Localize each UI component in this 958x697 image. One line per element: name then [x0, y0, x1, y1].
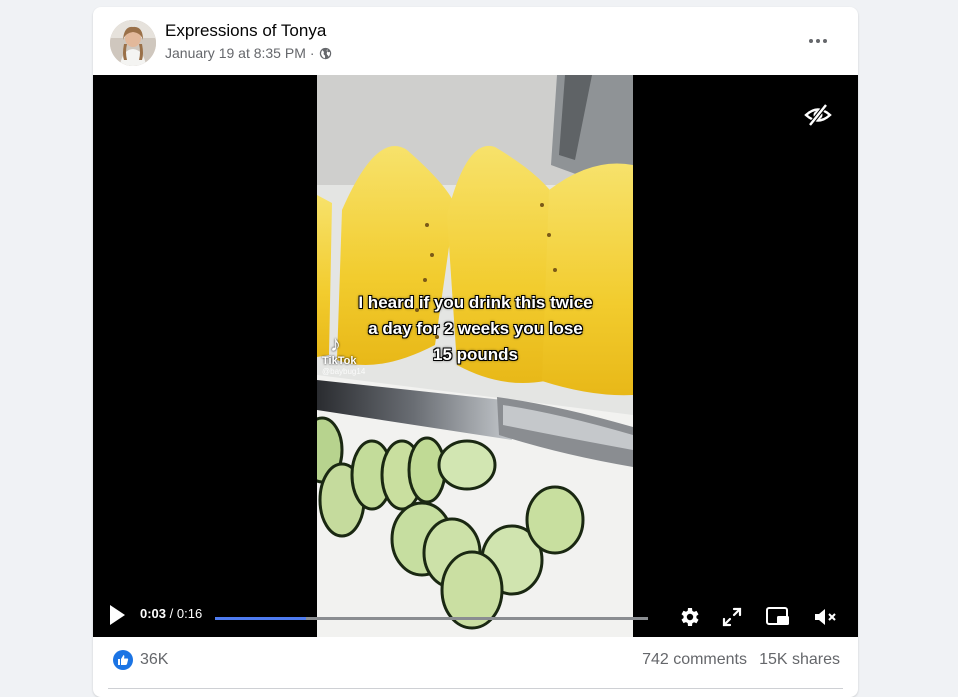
hide-icon[interactable] — [804, 101, 832, 129]
post-header: Expressions of Tonya January 19 at 8:35 … — [93, 7, 858, 75]
tiktok-handle: @baybug14 — [322, 367, 366, 376]
progress-bar[interactable] — [215, 617, 648, 620]
fullscreen-icon[interactable] — [719, 605, 745, 629]
picture-in-picture-icon[interactable] — [765, 605, 791, 629]
feed-post: Expressions of Tonya January 19 at 8:35 … — [93, 7, 858, 697]
meta-separator: · — [309, 45, 315, 61]
post-timestamp[interactable]: January 19 at 8:35 PM — [165, 45, 306, 61]
tiktok-watermark: ♪ TikTok @baybug14 — [322, 331, 366, 377]
comments-count[interactable]: 742 comments — [642, 651, 747, 669]
shares-count[interactable]: 15K shares — [759, 651, 840, 669]
mute-icon[interactable] — [812, 605, 838, 629]
caption-line: I heard if you drink this twice — [358, 293, 593, 312]
post-meta: January 19 at 8:35 PM · — [165, 45, 332, 61]
video-controls: 0:03 / 0:16 — [93, 595, 858, 637]
settings-icon[interactable] — [676, 605, 702, 629]
tiktok-brand: TikTok — [322, 355, 357, 367]
progress-fill — [215, 617, 306, 620]
globe-icon[interactable] — [319, 47, 332, 60]
more-options-icon[interactable] — [800, 29, 836, 53]
post-footer: 36K 742 comments 15K shares — [93, 637, 858, 697]
video-player[interactable]: I heard if you drink this twice a day fo… — [93, 75, 858, 637]
duration: 0:16 — [176, 606, 203, 621]
author-name[interactable]: Expressions of Tonya — [165, 21, 326, 41]
play-icon[interactable] — [108, 604, 126, 626]
tiktok-logo-icon: ♪ — [330, 331, 341, 356]
thumbs-up-icon — [113, 650, 133, 670]
footer-divider — [108, 688, 843, 689]
reaction-count[interactable]: 36K — [140, 651, 168, 669]
time-separator: / — [169, 606, 174, 621]
current-time: 0:03 — [140, 606, 167, 621]
author-avatar[interactable] — [110, 20, 156, 66]
playback-time: 0:03 / 0:16 — [140, 606, 202, 621]
